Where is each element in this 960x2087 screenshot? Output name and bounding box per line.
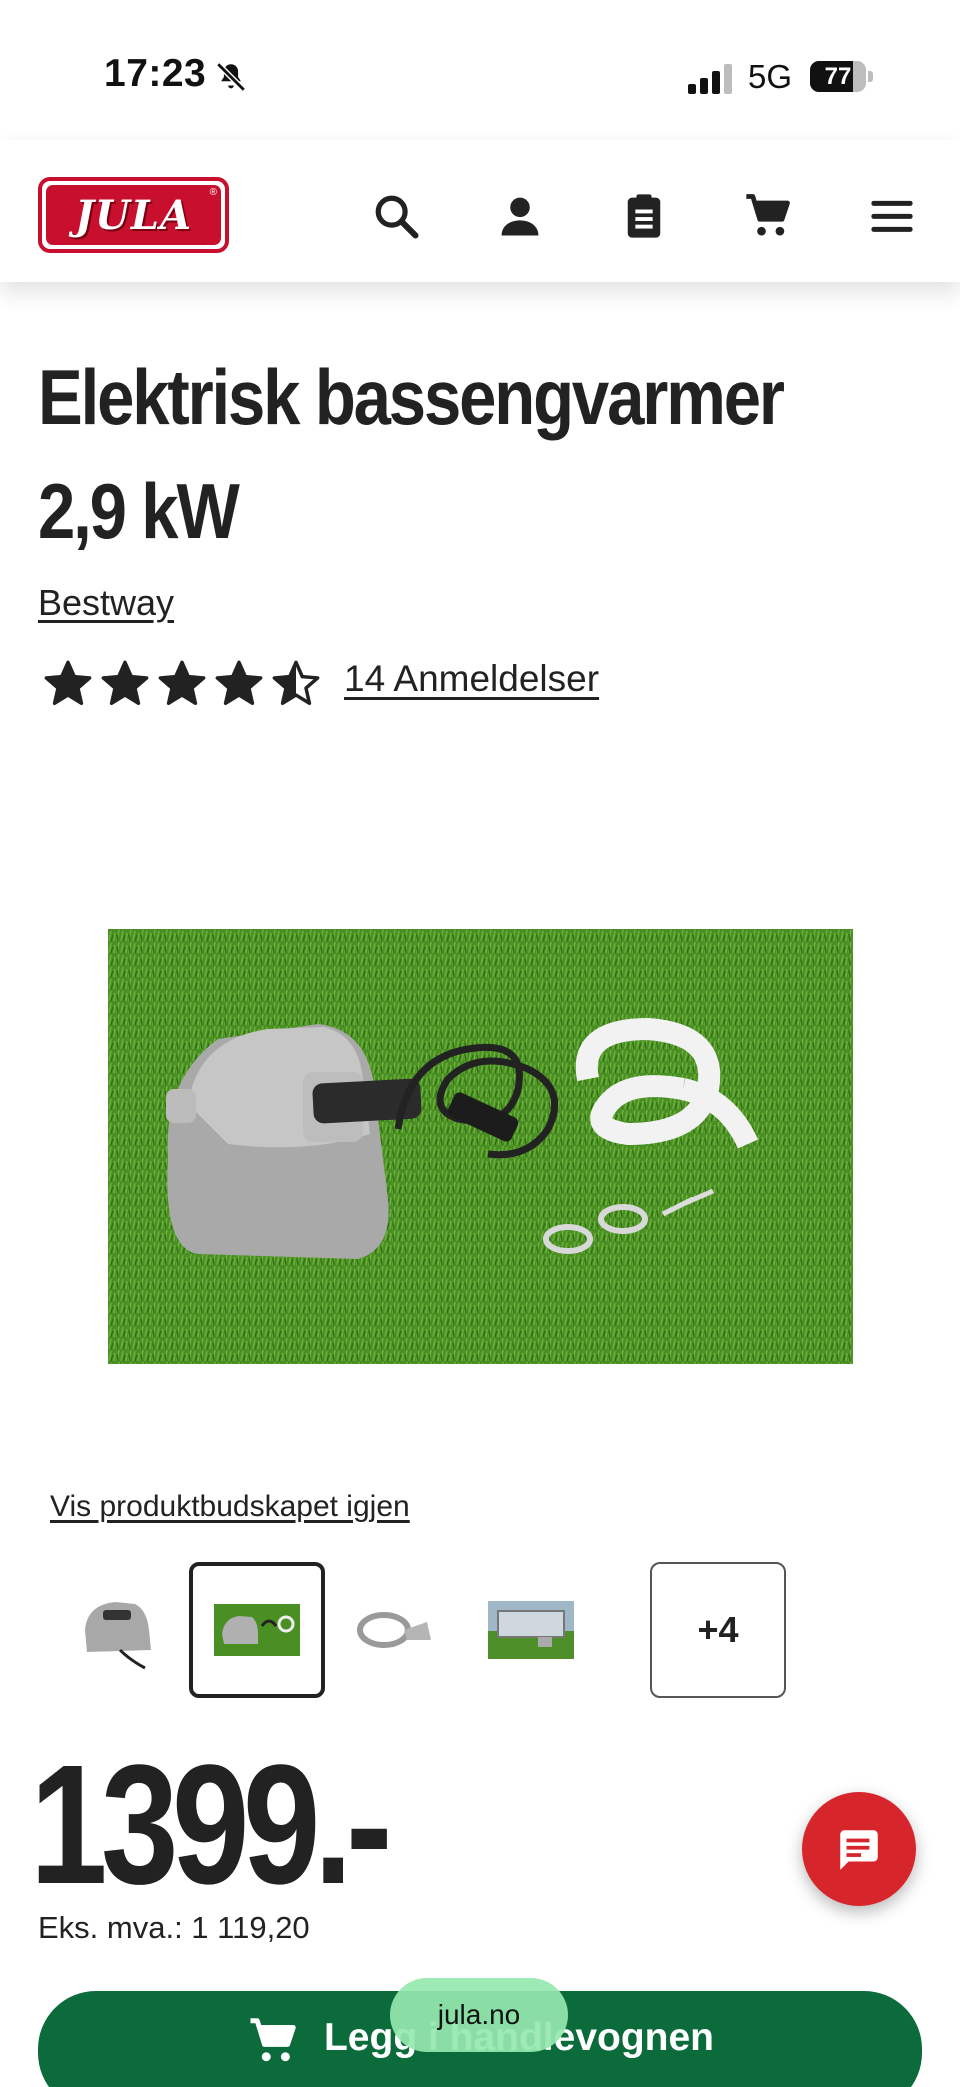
bell-muted-icon xyxy=(214,60,248,94)
search-icon[interactable] xyxy=(370,190,422,242)
price-ex-vat: Eks. mva.: 1 119,20 xyxy=(38,1910,310,1945)
cart-icon[interactable] xyxy=(742,190,794,242)
product-price: 1399.- xyxy=(30,1730,392,1920)
battery-level: 77 xyxy=(824,63,852,90)
account-icon[interactable] xyxy=(494,190,546,242)
star-icon xyxy=(272,660,320,706)
rating-stars[interactable] xyxy=(42,656,327,712)
star-icon xyxy=(158,660,206,706)
more-images-button[interactable]: +4 xyxy=(650,1562,786,1698)
star-icon xyxy=(101,660,149,706)
thumbnail-2-selected[interactable] xyxy=(189,1562,325,1698)
browser-url-pill[interactable]: jula.no xyxy=(390,1978,568,2052)
star-icon xyxy=(215,660,263,706)
list-icon[interactable] xyxy=(618,190,670,242)
status-time: 17:23 xyxy=(104,52,207,95)
jula-logo[interactable]: JULA ® xyxy=(38,177,229,253)
logo-text: JULA xyxy=(75,191,192,239)
logo-registered-mark: ® xyxy=(209,187,217,198)
network-label: 5G xyxy=(748,58,793,95)
replay-message-link[interactable]: Vis produktbudskapet igjen xyxy=(50,1490,410,1524)
main-product-image[interactable] xyxy=(108,929,853,1364)
status-bar: 17:23 5G 77 xyxy=(0,0,960,140)
thumbnail-strip: +4 xyxy=(52,1562,792,1698)
menu-icon[interactable] xyxy=(866,190,918,242)
product-title: Elektrisk bassengvarmer 2,9 kW xyxy=(38,353,785,555)
battery-indicator: 77 xyxy=(810,61,874,92)
thumbnail-1[interactable] xyxy=(52,1562,188,1698)
star-icon xyxy=(44,660,92,706)
site-header: JULA ® xyxy=(0,140,960,282)
signal-icon xyxy=(688,64,734,94)
cart-icon xyxy=(250,2018,296,2062)
thumbnail-4[interactable] xyxy=(463,1562,599,1698)
thumbnail-3[interactable] xyxy=(326,1562,462,1698)
chat-icon xyxy=(840,1830,878,1870)
brand-link[interactable]: Bestway xyxy=(38,582,174,624)
chat-button[interactable] xyxy=(802,1792,916,1906)
reviews-link[interactable]: 14 Anmeldelser xyxy=(344,658,599,700)
